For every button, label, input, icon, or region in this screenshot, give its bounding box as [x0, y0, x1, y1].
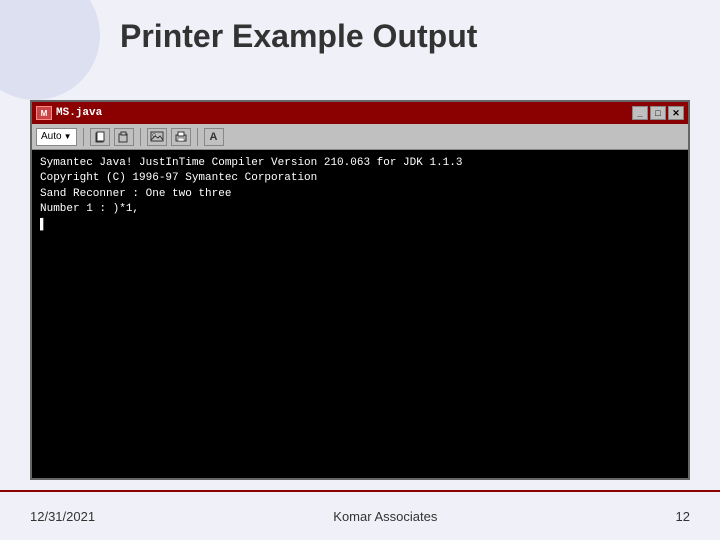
toolbar-btn-2[interactable]	[114, 128, 134, 146]
console-line-1: Symantec Java! JustInTime Compiler Versi…	[40, 156, 680, 171]
toolbar-btn-font[interactable]: A	[204, 128, 224, 146]
toolbar-separator-3	[197, 128, 198, 146]
console-line-5: Number 1 : )*1,	[40, 202, 680, 217]
window-title: MS.java	[56, 107, 102, 119]
minimize-button[interactable]: _	[632, 106, 648, 120]
toolbar-btn-4[interactable]	[171, 128, 191, 146]
toolbar-btn-1[interactable]	[90, 128, 110, 146]
toolbar: Auto ▼	[32, 124, 688, 150]
console-cursor-line	[40, 218, 680, 233]
copy-icon	[94, 131, 106, 143]
dropdown-value: Auto	[41, 131, 62, 142]
footer-date: 12/31/2021	[30, 509, 95, 524]
image-icon	[150, 131, 164, 143]
console-line-4: Sand Reconner : One two three	[40, 187, 680, 202]
toolbar-separator-2	[140, 128, 141, 146]
toolbar-btn-3[interactable]	[147, 128, 167, 146]
footer: 12/31/2021 Komar Associates 12	[0, 490, 720, 540]
decorative-circle	[0, 0, 100, 100]
window-icon: M	[36, 106, 52, 120]
console-line-2: Copyright (C) 1996-97 Symantec Corporati…	[40, 171, 680, 186]
paste-icon	[118, 131, 130, 143]
auto-dropdown[interactable]: Auto ▼	[36, 128, 77, 146]
font-icon: A	[210, 131, 218, 143]
console-output: Symantec Java! JustInTime Compiler Versi…	[32, 150, 688, 478]
toolbar-separator-1	[83, 128, 84, 146]
print-icon	[174, 131, 188, 143]
footer-page: 12	[676, 509, 690, 524]
slide: Printer Example Output M MS.java _ □ ✕ A…	[0, 0, 720, 540]
window-controls: _ □ ✕	[632, 106, 684, 120]
slide-title: Printer Example Output	[120, 18, 700, 55]
footer-company: Komar Associates	[333, 509, 437, 524]
title-bar-left: M MS.java	[36, 106, 102, 120]
close-button[interactable]: ✕	[668, 106, 684, 120]
java-window: M MS.java _ □ ✕ Auto ▼	[30, 100, 690, 480]
title-bar: M MS.java _ □ ✕	[32, 102, 688, 124]
dropdown-arrow-icon: ▼	[64, 132, 72, 141]
restore-button[interactable]: □	[650, 106, 666, 120]
